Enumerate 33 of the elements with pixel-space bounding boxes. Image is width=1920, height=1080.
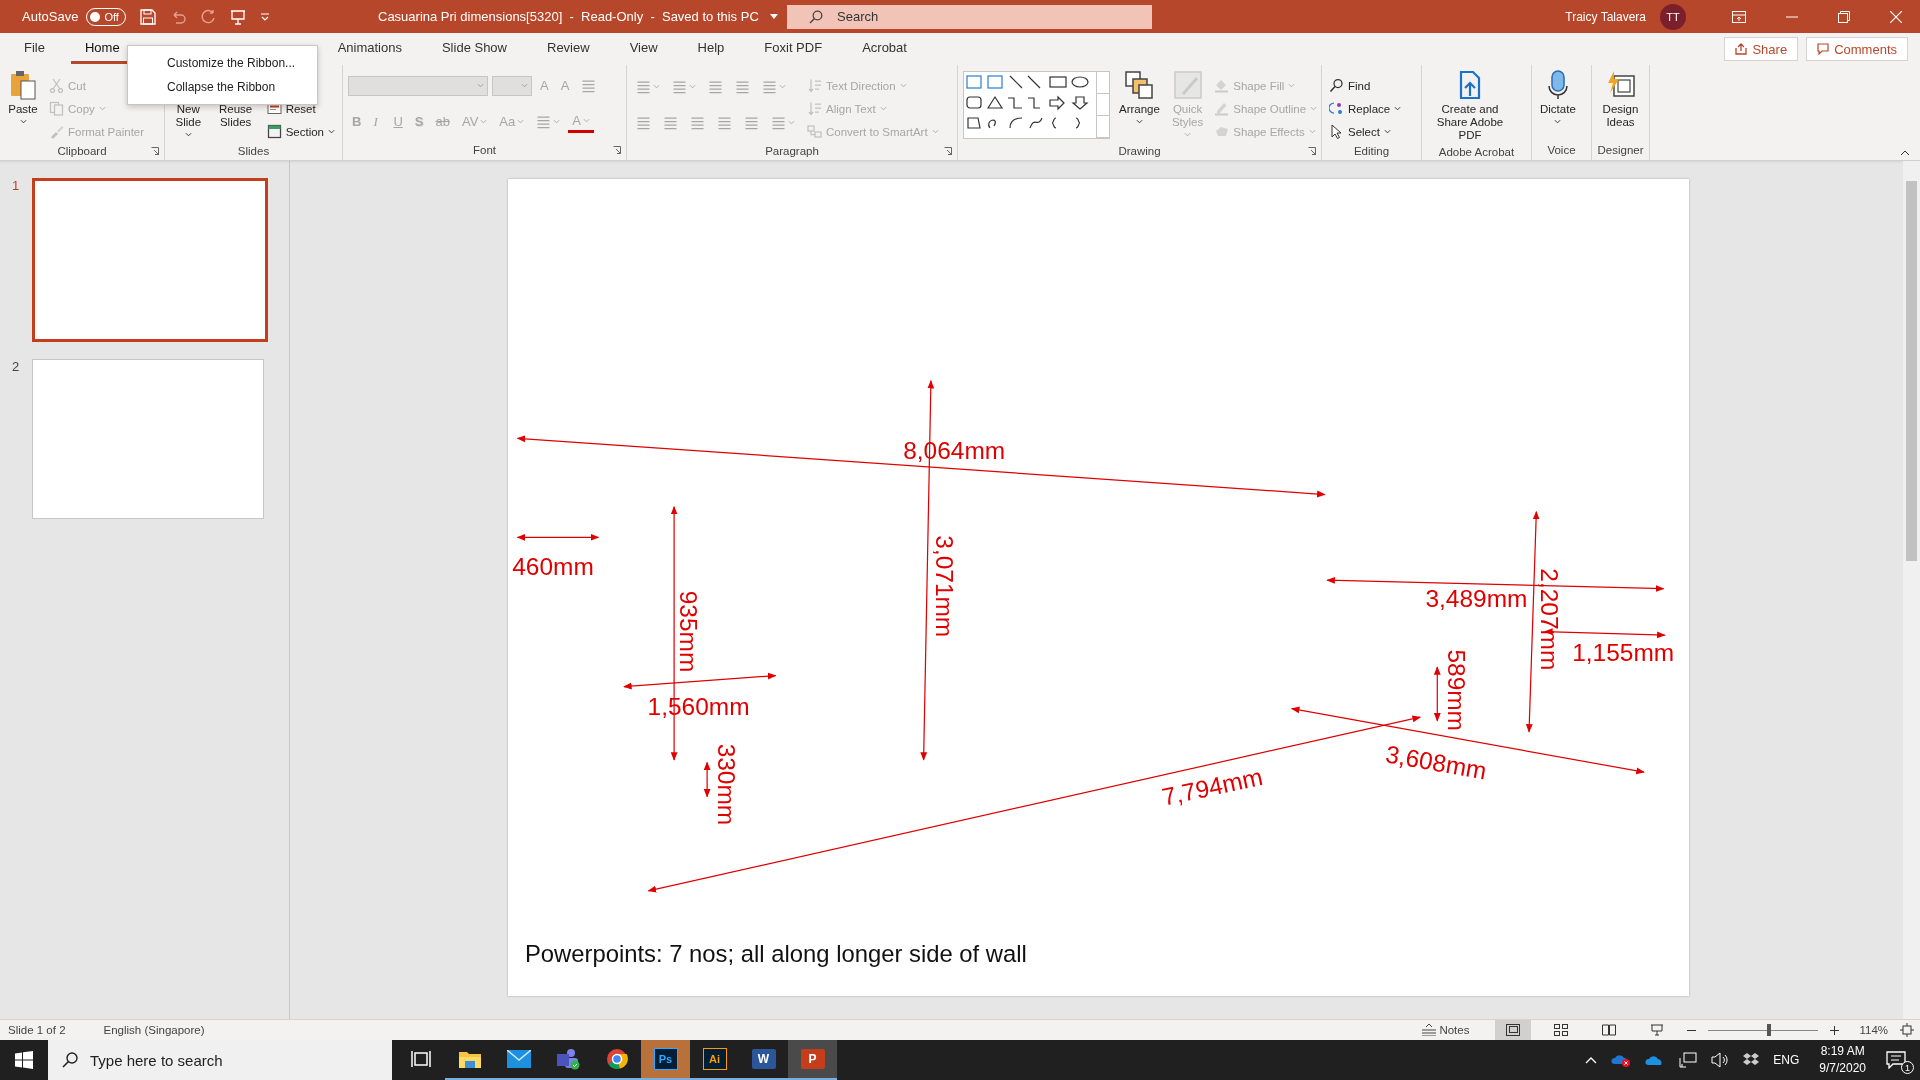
group-label: Designer <box>1597 144 1644 156</box>
dimension-label: 3,489mm <box>1425 585 1528 612</box>
clock-time: 8:19 AM <box>1820 1043 1865 1060</box>
dimension-label: 3,608mm <box>1383 740 1489 785</box>
dimension-label: 1,155mm <box>1572 638 1675 666</box>
slide-number: 2 <box>12 359 21 374</box>
app-document-icon: P <box>800 1049 825 1069</box>
dimension-label: 460mm <box>512 553 594 581</box>
group-label: Font <box>473 144 496 156</box>
dimension-label: 3,071mm <box>930 535 958 638</box>
autosave-label: AutoSave <box>22 9 79 24</box>
app-tile-icon: Ai <box>702 1048 727 1070</box>
user-name: Traicy Talavera <box>1565 9 1646 24</box>
dimension-label: 2,207mm <box>1536 568 1564 671</box>
dimension-label: 935mm <box>675 590 703 673</box>
group-label: Editing <box>1353 144 1390 157</box>
group-label: Clipboard <box>57 144 107 157</box>
dimension-label: 589mm <box>1443 649 1471 731</box>
group-label: Drawing <box>1118 144 1161 157</box>
slide-text: Powerpoints: 7 nos; all along longer side of wall <box>524 939 1027 967</box>
app-tile-icon: Ps <box>653 1048 678 1070</box>
app-document-icon: W <box>751 1049 776 1069</box>
language-indicator: English (Singapore) <box>103 1024 205 1036</box>
dimension-label: 330mm <box>713 743 741 826</box>
slide-number: 1 <box>12 178 21 193</box>
group-label: Voice <box>1547 144 1576 156</box>
clock-date: 9/7/2020 <box>1819 1060 1866 1077</box>
group-label: Slides <box>237 144 270 157</box>
notification-count: 1 <box>1901 1061 1914 1074</box>
slide-indicator: Slide 1 of 2 <box>8 1024 66 1036</box>
group-label: Adobe Acrobat <box>1438 146 1515 159</box>
group-label: Paragraph <box>765 144 819 157</box>
dimension-label: 7,794mm <box>1159 763 1265 811</box>
